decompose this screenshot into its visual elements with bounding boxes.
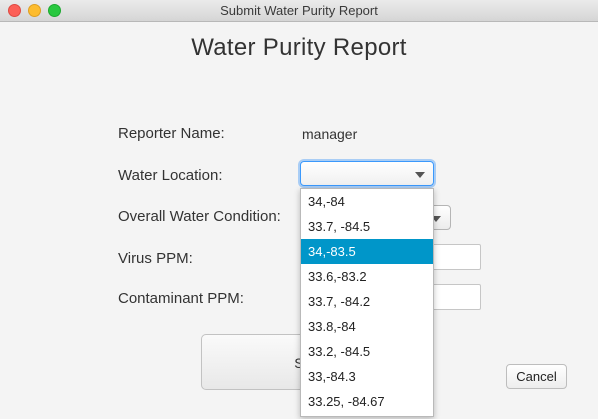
dropdown-option[interactable]: 33.7, -84.5 [301,214,433,239]
reporter-name-value: manager [302,126,358,142]
dropdown-option[interactable]: 33.6,-83.2 [301,264,433,289]
dropdown-option[interactable]: 33,-84.3 [301,364,433,389]
water-location-label: Water Location: [118,167,223,184]
dropdown-option[interactable]: 33.25, -84.67 [301,389,433,414]
dropdown-option[interactable]: 34,-84 [301,189,433,214]
virus-ppm-label: Virus PPM: [118,250,193,267]
reporter-name-label: Reporter Name: [118,125,225,142]
window-title: Submit Water Purity Report [220,3,378,18]
water-location-dropdown-list: 34,-84 33.7, -84.5 34,-83.5 33.6,-83.2 3… [300,188,434,417]
dropdown-option[interactable]: 33.8,-84 [301,314,433,339]
dropdown-option[interactable]: 33.7, -84.2 [301,289,433,314]
page-title: Water Purity Report [191,34,407,61]
title-bar: Submit Water Purity Report [0,0,598,22]
contaminant-ppm-label: Contaminant PPM: [118,290,244,307]
water-location-select[interactable] [300,161,434,186]
dropdown-option[interactable]: 33.2, -84.5 [301,339,433,364]
chevron-down-icon [415,172,425,178]
water-condition-label: Overall Water Condition: [118,208,281,225]
dropdown-option-selected[interactable]: 34,-83.5 [301,239,433,264]
cancel-button[interactable]: Cancel [506,364,567,389]
